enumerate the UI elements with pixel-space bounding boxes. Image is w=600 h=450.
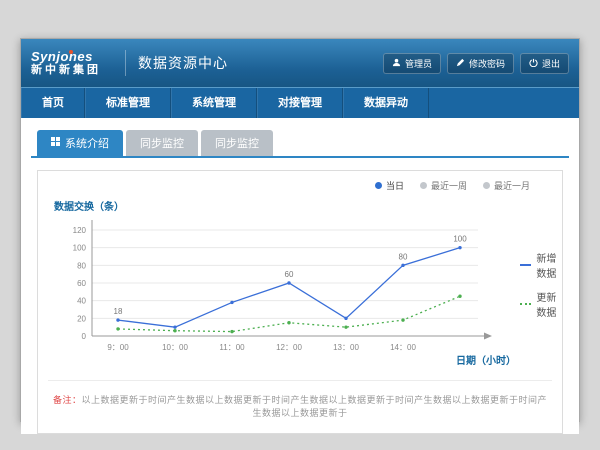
svg-text:120: 120 xyxy=(73,226,87,235)
logo-accent-dot xyxy=(69,50,73,54)
nav-item-interface-mgmt[interactable]: 对接管理 xyxy=(257,88,343,118)
legend-updated-data[interactable]: 更新数据 xyxy=(520,289,557,319)
svg-text:80: 80 xyxy=(399,252,408,261)
logo-subtext: 新中新集团 xyxy=(31,64,123,76)
footnote: 备注：以上数据更新于时间产生数据以上数据更新于时间产生数据以上数据更新于时间产生… xyxy=(48,380,552,425)
svg-text:100: 100 xyxy=(453,235,467,244)
power-icon xyxy=(529,58,538,69)
filter-today-label: 当日 xyxy=(386,179,404,192)
footnote-label: 备注： xyxy=(53,395,82,405)
tab-underline xyxy=(31,156,569,158)
pencil-icon xyxy=(456,58,465,69)
main-nav: 首页 标准管理 系统管理 对接管理 数据异动 xyxy=(21,87,579,118)
svg-text:80: 80 xyxy=(77,261,86,270)
tab-sync-monitor-2[interactable]: 同步监控 xyxy=(201,130,273,156)
logout-label: 退出 xyxy=(542,57,560,70)
svg-text:10：00: 10：00 xyxy=(162,343,188,352)
chart-panel: 当日 最近一周 最近一月 0 20 40 60 80 100 120 9：00 10：00 11：… xyxy=(37,170,563,434)
nav-item-standard-mgmt[interactable]: 标准管理 xyxy=(85,88,171,118)
admin-user-label: 管理员 xyxy=(405,57,432,70)
svg-text:11：00: 11：00 xyxy=(219,343,245,352)
svg-text:9：00: 9：00 xyxy=(107,343,129,352)
svg-text:60: 60 xyxy=(285,270,294,279)
legend-updated-data-label: 更新数据 xyxy=(536,289,557,319)
svg-text:100: 100 xyxy=(73,244,87,253)
change-password-label: 修改密码 xyxy=(469,57,505,70)
app-window: Synjones 新中新集团 数据资源中心 管理员 修改密码 退出 首页 标准管 xyxy=(20,38,580,422)
header-divider xyxy=(125,50,126,76)
chart-legend: 新增数据 更新数据 xyxy=(520,241,557,328)
content-area: 系统介绍 同步监控 同步监控 当日 最近一 xyxy=(21,118,579,434)
tab-bar: 系统介绍 同步监控 同步监控 xyxy=(31,130,569,156)
filter-last-week-label: 最近一周 xyxy=(431,179,467,192)
filter-last-month[interactable]: 最近一月 xyxy=(483,179,530,192)
tab-sync-monitor-1[interactable]: 同步监控 xyxy=(126,130,198,156)
user-icon xyxy=(392,58,401,69)
svg-text:18: 18 xyxy=(114,307,123,316)
tab-system-intro-label: 系统介绍 xyxy=(65,135,109,151)
svg-text:日期（小时）: 日期（小时） xyxy=(456,354,516,367)
svg-text:13：00: 13：00 xyxy=(333,343,359,352)
svg-text:60: 60 xyxy=(77,279,86,288)
logo: Synjones 新中新集团 xyxy=(31,50,123,76)
chart-row: 0 20 40 60 80 100 120 9：00 10：00 11：00 12：00 13：00 1… xyxy=(48,194,552,374)
tab-sync-monitor-2-label: 同步监控 xyxy=(215,135,259,151)
svg-text:数据交换（条）: 数据交换（条） xyxy=(54,200,124,213)
svg-text:14：00: 14：00 xyxy=(390,343,416,352)
svg-text:0: 0 xyxy=(82,332,87,341)
tab-sync-monitor-1-label: 同步监控 xyxy=(140,135,184,151)
logo-wordmark: Synjones xyxy=(31,49,93,64)
range-filter-group: 当日 最近一周 最近一月 xyxy=(48,179,552,192)
filter-last-month-label: 最近一月 xyxy=(494,179,530,192)
nav-item-system-mgmt[interactable]: 系统管理 xyxy=(171,88,257,118)
svg-text:40: 40 xyxy=(77,297,86,306)
svg-text:20: 20 xyxy=(77,314,86,323)
radio-dot-icon xyxy=(420,182,427,189)
legend-new-data[interactable]: 新增数据 xyxy=(520,250,557,280)
filter-last-week[interactable]: 最近一周 xyxy=(420,179,467,192)
legend-new-data-label: 新增数据 xyxy=(536,250,557,280)
radio-dot-icon xyxy=(483,182,490,189)
logout-button[interactable]: 退出 xyxy=(520,53,569,74)
line-chart: 0 20 40 60 80 100 120 9：00 10：00 11：00 12：00 13：00 1… xyxy=(48,194,520,374)
admin-user-button[interactable]: 管理员 xyxy=(383,53,441,74)
radio-dot-icon xyxy=(375,182,382,189)
footnote-text: 以上数据更新于时间产生数据以上数据更新于时间产生数据以上数据更新于时间产生数据以… xyxy=(82,395,548,418)
logo-text: Synjones xyxy=(31,50,123,64)
page-title: 数据资源中心 xyxy=(138,53,228,73)
nav-item-data-change[interactable]: 数据异动 xyxy=(343,88,429,118)
solid-line-swatch-icon xyxy=(520,264,531,266)
nav-item-home[interactable]: 首页 xyxy=(21,88,85,118)
desktop-background: Synjones 新中新集团 数据资源中心 管理员 修改密码 退出 首页 标准管 xyxy=(0,0,600,450)
filter-today[interactable]: 当日 xyxy=(375,179,404,192)
grid-icon xyxy=(51,137,60,149)
svg-text:12：00: 12：00 xyxy=(276,343,302,352)
change-password-button[interactable]: 修改密码 xyxy=(447,53,514,74)
tab-system-intro[interactable]: 系统介绍 xyxy=(37,130,123,156)
app-header: Synjones 新中新集团 数据资源中心 管理员 修改密码 退出 xyxy=(21,39,579,87)
dotted-line-swatch-icon xyxy=(520,303,531,305)
